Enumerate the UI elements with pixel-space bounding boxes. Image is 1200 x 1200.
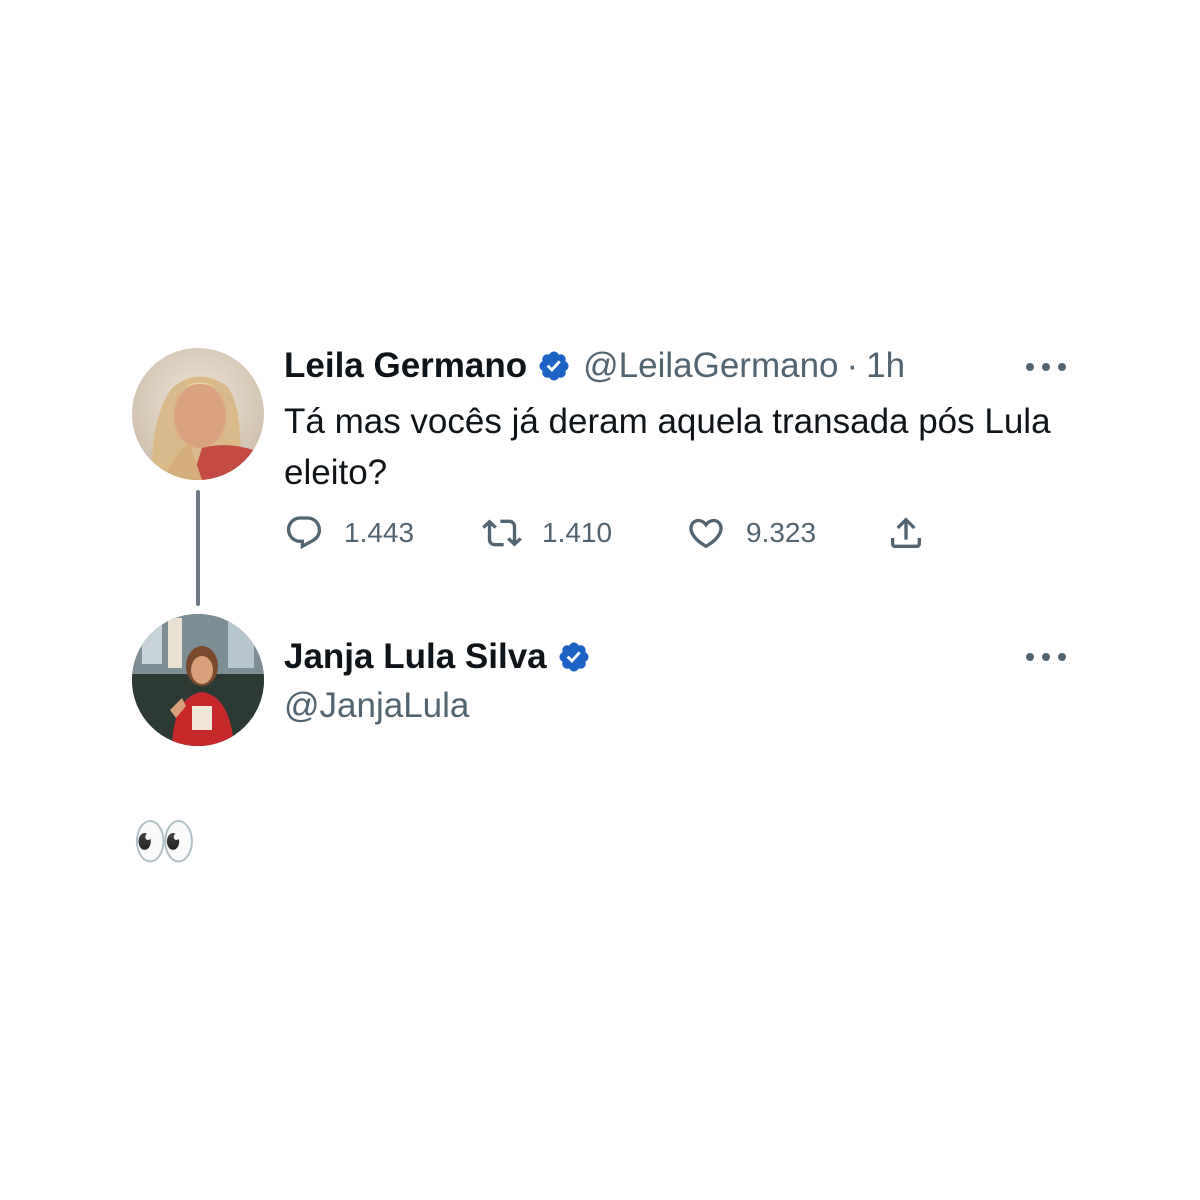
share-button[interactable] <box>886 510 926 556</box>
reply-text: 👀 <box>132 813 197 871</box>
retweet-icon <box>482 513 522 553</box>
author-handle[interactable]: @LeilaGermano <box>583 346 838 386</box>
separator-dot: · <box>846 346 859 385</box>
retweet-count: 1.410 <box>542 517 613 548</box>
share-icon <box>886 513 926 553</box>
reply-button[interactable]: 1.443 <box>284 510 414 556</box>
reply-count: 1.443 <box>344 517 415 548</box>
tweet-timestamp[interactable]: 1h <box>866 346 905 386</box>
tweet-text: Tá mas vocês já deram aquela transada pó… <box>284 402 1051 492</box>
author-name[interactable]: Leila Germano <box>284 346 527 386</box>
thread-connector-line <box>196 490 200 606</box>
like-count: 9.323 <box>746 517 817 548</box>
verified-badge-icon <box>557 640 591 674</box>
heart-icon <box>686 513 726 553</box>
avatar-janja-lula-silva[interactable] <box>132 614 264 746</box>
more-options-icon[interactable] <box>1026 647 1066 667</box>
retweet-button[interactable]: 1.410 <box>482 510 612 556</box>
reply-author-handle[interactable]: @JanjaLula <box>284 686 469 726</box>
reply-icon <box>284 513 324 553</box>
reply-header: Janja Lula Silva <box>284 637 591 677</box>
verified-badge-icon <box>537 349 571 383</box>
like-button[interactable]: 9.323 <box>686 510 816 556</box>
more-options-icon[interactable] <box>1026 357 1066 377</box>
tweet-actions: 1.443 1.410 9.323 <box>284 510 984 556</box>
avatar-leila-germano[interactable] <box>132 348 264 480</box>
reply-author-name[interactable]: Janja Lula Silva <box>284 637 547 677</box>
tweet-header: Leila Germano @LeilaGermano · 1h <box>284 346 905 386</box>
